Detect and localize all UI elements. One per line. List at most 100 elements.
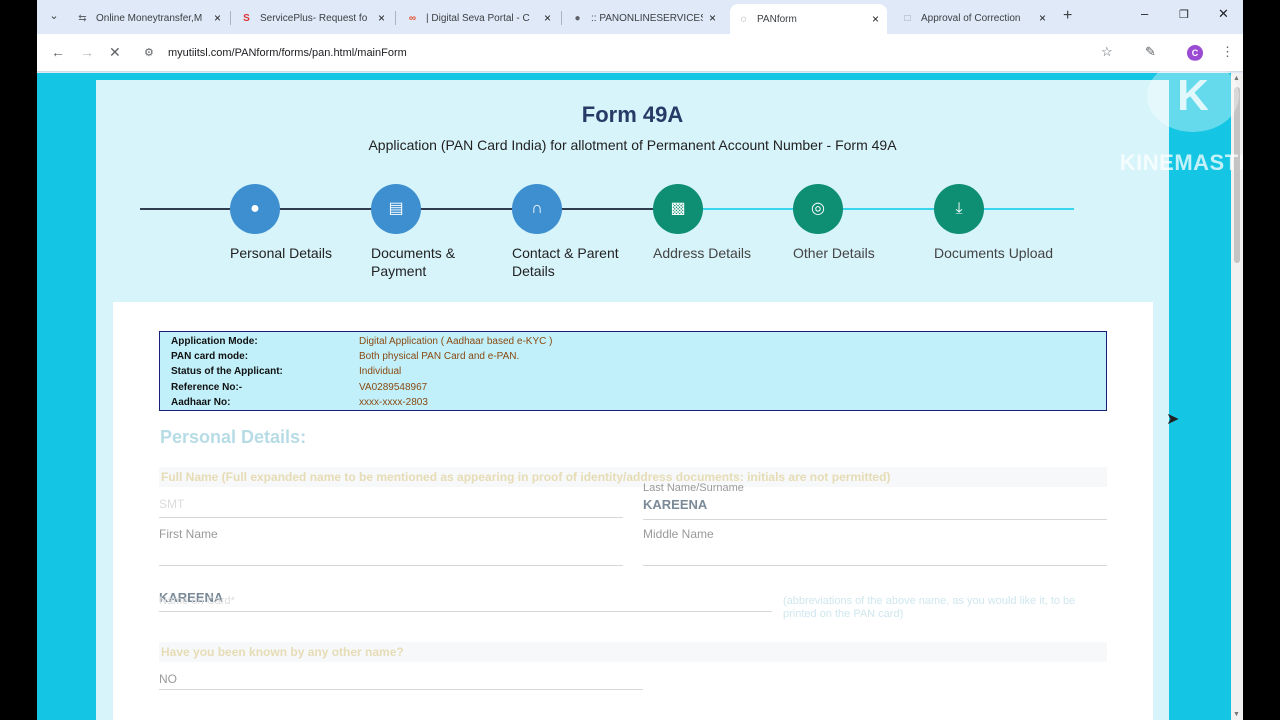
restore-icon[interactable]: ❐ [1179, 8, 1189, 21]
step-label: Other Details [793, 245, 875, 261]
tab-title: PANform [757, 13, 797, 25]
link-icon: ⇆ [78, 12, 87, 24]
first-name-underline [159, 565, 623, 566]
stop-loading-icon[interactable]: ✕ [109, 44, 121, 61]
other-name-question: Have you been known by any other name? [159, 642, 1107, 662]
upload-icon: ⤓ [934, 184, 984, 234]
middle-name-underline [643, 565, 1107, 566]
summary-value: Individual [359, 366, 402, 378]
minimize-icon[interactable]: – [1141, 6, 1148, 21]
step-label: Documents Upload [934, 245, 1054, 261]
browser-menu-icon[interactable]: ⋮ [1221, 44, 1234, 60]
tab-title: :: PANONLINESERVICES [591, 12, 703, 24]
browser-window: ⌄ ⇆ Online Moneytransfer,M × S ServicePl… [37, 0, 1243, 720]
tab-separator [230, 11, 231, 25]
summary-key: Aadhaar No: [171, 396, 231, 408]
address-bar[interactable]: ⚙ myutiitsl.com/PANform/forms/pan.html/m… [134, 39, 1134, 67]
page-subtitle: Application (PAN Card India) for allotme… [368, 137, 897, 153]
digital-seva-icon: ∞ [408, 12, 417, 24]
application-summary: Application Mode: Digital Application ( … [159, 331, 1107, 411]
tab-search-chevron-icon[interactable]: ⌄ [45, 7, 63, 25]
close-icon[interactable]: × [872, 12, 879, 26]
person-icon: ● [230, 184, 280, 234]
site-settings-icon[interactable]: ⚙ [144, 46, 154, 59]
tab-panonlineservices[interactable]: ● :: PANONLINESERVICES × [564, 4, 724, 32]
step-label: Contact & Parent Details [512, 245, 619, 279]
full-name-hint: Full Name (Full expanded name to be ment… [159, 467, 1107, 487]
bookmark-star-icon[interactable]: ☆ [1101, 44, 1113, 60]
step-label: Personal Details [230, 245, 332, 261]
summary-value: VA0289548967 [359, 381, 428, 393]
last-name-input[interactable]: KAREENA [643, 497, 707, 512]
summary-value: xxxx-xxxx-2803 [359, 396, 428, 408]
title-underline [159, 517, 623, 518]
window-close-icon[interactable]: ✕ [1218, 6, 1229, 22]
target-icon: ◎ [793, 184, 843, 234]
step-address-details[interactable]: ▩ Address Details [653, 184, 793, 262]
step-documents-upload[interactable]: ⤓ Documents Upload [934, 184, 1074, 262]
browser-toolbar: ← → ✕ ⚙ myutiitsl.com/PANform/forms/pan.… [37, 34, 1243, 72]
summary-value: Digital Application ( Aadhaar based e-KY… [359, 336, 553, 347]
close-icon[interactable]: × [378, 11, 385, 25]
tab-title: | Digital Seva Portal - C [426, 12, 530, 24]
tab-title: ServicePlus- Request fo [260, 12, 368, 24]
summary-key: Reference No:- [171, 381, 243, 393]
tab-title: Online Moneytransfer,M [96, 12, 203, 24]
scroll-down-arrow-icon[interactable]: ▼ [1233, 711, 1240, 718]
tab-separator [395, 11, 396, 25]
profile-avatar[interactable]: C [1187, 45, 1203, 61]
other-name-select[interactable]: NO [159, 672, 177, 686]
step-documents-payment[interactable]: ▤ Documents & Payment [371, 184, 511, 280]
forward-arrow-icon[interactable]: → [80, 44, 94, 60]
document-icon: ▤ [371, 184, 421, 234]
page-viewport: Form 49A Application (PAN Card India) fo… [37, 73, 1243, 720]
tab-strip: ⌄ ⇆ Online Moneytransfer,M × S ServicePl… [37, 0, 1243, 34]
middle-name-input[interactable]: Middle Name [643, 527, 714, 541]
summary-row: Reference No:- VA0289548967 [171, 380, 1106, 395]
tab-approval-of-correction[interactable]: □ Approval of Correction × [894, 4, 1054, 32]
tab-panform[interactable]: ◌ PANform × [730, 4, 887, 34]
close-icon[interactable]: × [544, 11, 551, 25]
tab-online-moneytransfer[interactable]: ⇆ Online Moneytransfer,M × [69, 4, 229, 32]
globe-icon: ● [574, 12, 581, 24]
tab-serviceplus[interactable]: S ServicePlus- Request fo × [233, 4, 393, 32]
last-name-underline [643, 519, 1107, 520]
tab-separator [561, 11, 562, 25]
step-personal-details[interactable]: ● Personal Details [230, 184, 370, 262]
new-tab-icon[interactable]: + [1063, 7, 1072, 25]
step-other-details[interactable]: ◎ Other Details [793, 184, 933, 262]
first-name-input[interactable]: First Name [159, 527, 218, 541]
loading-icon: ◌ [740, 13, 747, 25]
name-on-card-label: Name on Card* [159, 595, 235, 607]
summary-row: PAN card mode: Both physical PAN Card an… [171, 349, 1106, 364]
extensions-icon[interactable]: ✎ [1145, 44, 1156, 60]
summary-value: Both physical PAN Card and e-PAN. [359, 351, 520, 363]
serviceplus-icon: S [243, 12, 250, 24]
page-title: Form 49A [581, 102, 684, 127]
form-container: Form 49A Application (PAN Card India) fo… [96, 80, 1169, 720]
tab-digital-seva[interactable]: ∞ | Digital Seva Portal - C × [399, 4, 559, 32]
close-icon[interactable]: × [1039, 11, 1046, 25]
close-icon[interactable]: × [709, 11, 716, 25]
title-select[interactable]: SMT [159, 497, 184, 511]
other-name-underline [159, 689, 643, 690]
family-icon: ∩ [512, 184, 562, 234]
summary-key: PAN card mode: [171, 351, 249, 363]
form-card: Application Mode: Digital Application ( … [113, 302, 1153, 720]
kinemaster-logo-icon: K [1147, 60, 1239, 132]
page-icon: □ [904, 12, 911, 24]
kinemaster-watermark: K KINEMASTER [1107, 60, 1243, 180]
summary-row: Aadhaar No: xxxx-xxxx-2803 [171, 395, 1106, 410]
section-title: Personal Details: [160, 427, 307, 447]
step-contact-parent-details[interactable]: ∩ Contact & Parent Details [512, 184, 652, 280]
summary-key: Application Mode: [171, 336, 258, 347]
summary-row: Application Mode: Digital Application ( … [171, 334, 1106, 349]
address-card-icon: ▩ [653, 184, 703, 234]
mouse-cursor-icon: ➤ [1166, 411, 1180, 428]
summary-key: Status of the Applicant: [171, 366, 283, 378]
close-icon[interactable]: × [214, 11, 221, 25]
back-arrow-icon[interactable]: ← [51, 44, 65, 60]
step-label: Address Details [653, 245, 752, 261]
watermark-text: KINEMASTER [1119, 150, 1243, 175]
url-text[interactable]: myutiitsl.com/PANform/forms/pan.html/mai… [168, 47, 407, 59]
